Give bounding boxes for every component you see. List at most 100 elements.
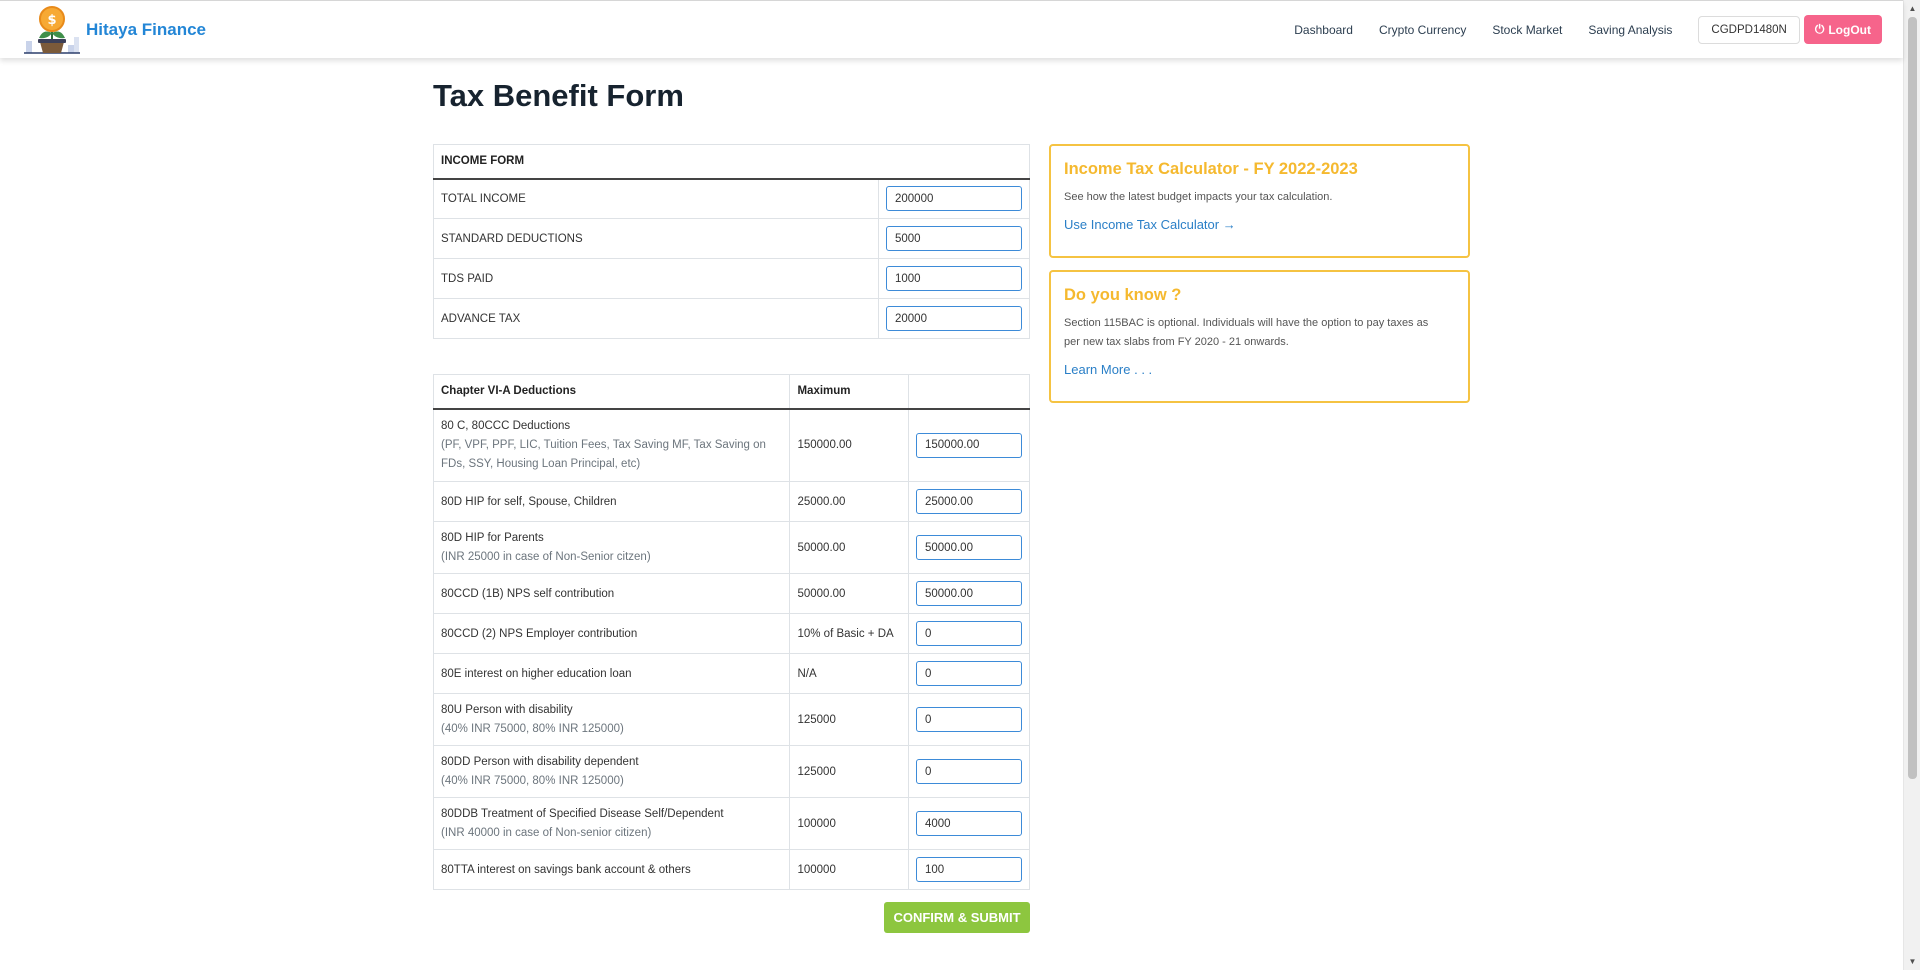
confirm-submit-button[interactable]: CONFIRM & SUBMIT (884, 902, 1030, 933)
scroll-down-icon[interactable]: ▼ (1904, 953, 1920, 970)
table-row: 80CCD (2) NPS Employer contribution 10% … (432, 613, 1030, 654)
user-id-badge[interactable]: CGDPD1480N (1698, 15, 1800, 44)
nav-links: Dashboard Crypto Currency Stock Market S… (1268, 1, 1903, 58)
page-scrollbar[interactable]: ▲ ▼ (1903, 0, 1920, 970)
brand[interactable]: $ Hitaya Finance (24, 5, 206, 55)
deduction-cell: 80 C, 80CCC Deductions (PF, VPF, PPF, LI… (432, 408, 791, 482)
table-row: ADVANCE TAX (433, 298, 1030, 339)
scrollbar-thumb[interactable] (1908, 17, 1917, 779)
standard-deductions-input[interactable] (886, 226, 1022, 251)
brand-name: Hitaya Finance (86, 19, 206, 39)
card-text: See how the latest budget impacts your t… (1064, 191, 1333, 203)
table-row: 80D HIP for Parents (INR 25000 in case o… (432, 521, 1030, 574)
deduction-80d-parents-input[interactable] (916, 535, 1022, 560)
deduction-cell: 80U Person with disability (40% INR 7500… (432, 693, 791, 746)
deduction-80dd-input[interactable] (916, 759, 1022, 784)
arrow-right-icon: → (1222, 217, 1236, 232)
income-label: TDS PAID (433, 258, 879, 299)
logout-label: LogOut (1828, 22, 1871, 37)
nav-link-saving-analysis[interactable]: Saving Analysis (1588, 23, 1672, 37)
scroll-up-icon[interactable]: ▲ (1904, 0, 1920, 17)
deduction-80e-input[interactable] (916, 661, 1022, 686)
table-row: TDS PAID (433, 258, 1030, 299)
deduction-label: 80 C, 80CCC Deductions (441, 419, 571, 432)
deduction-note: (40% INR 75000, 80% INR 125000) (441, 722, 624, 735)
table-row: 80E interest on higher education loan N/… (432, 653, 1030, 694)
deduction-label: 80DD Person with disability dependent (441, 755, 639, 768)
power-icon: ⏻ (1814, 22, 1825, 36)
advance-tax-input[interactable] (886, 306, 1022, 331)
nav-link-dashboard[interactable]: Dashboard (1294, 23, 1353, 37)
income-form-header: INCOME FORM (433, 144, 1030, 180)
deduction-80ccd1b-input[interactable] (916, 581, 1022, 606)
deduction-label: 80D HIP for self, Spouse, Children (432, 481, 791, 522)
table-row: TOTAL INCOME (433, 178, 1030, 219)
deduction-note: (40% INR 75000, 80% INR 125000) (441, 774, 624, 787)
deduction-label: 80TTA interest on savings bank account &… (432, 849, 791, 890)
maximum-header: Maximum (789, 374, 909, 410)
card-title: Do you know ? (1064, 286, 1182, 304)
table-row: 80DD Person with disability dependent (4… (432, 745, 1030, 798)
table-row: STANDARD DEDUCTIONS (433, 218, 1030, 259)
page-title: Tax Benefit Form (433, 78, 684, 113)
card-text-line: per new tax slabs from FY 2020 - 21 onwa… (1064, 336, 1289, 348)
deduction-80tta-input[interactable] (916, 857, 1022, 882)
deduction-max: 100000 (789, 797, 909, 850)
deduction-note: (INR 25000 in case of Non-Senior citzen) (441, 550, 651, 563)
deduction-max: 50000.00 (789, 521, 909, 574)
deduction-80u-input[interactable] (916, 707, 1022, 732)
table-row: 80DDB Treatment of Specified Disease Sel… (432, 797, 1030, 850)
card-text-line: Section 115BAC is optional. Individuals … (1064, 317, 1429, 329)
deductions-header: Chapter VI-A Deductions (432, 374, 791, 410)
deduction-max: 125000 (789, 693, 909, 746)
deduction-max: 150000.00 (789, 408, 909, 482)
deduction-max: 125000 (789, 745, 909, 798)
value-header (908, 374, 1030, 410)
deduction-note: (PF, VPF, PPF, LIC, Tuition Fees, Tax Sa… (441, 438, 766, 451)
deduction-cell: 80DDB Treatment of Specified Disease Sel… (432, 797, 791, 850)
deduction-max: 10% of Basic + DA (789, 613, 909, 654)
income-label: STANDARD DEDUCTIONS (433, 218, 879, 259)
total-income-input[interactable] (886, 186, 1022, 212)
deductions-table: Chapter VI-A Deductions Maximum 80 C, 80… (432, 374, 1030, 890)
deduction-80d-self-input[interactable] (916, 489, 1022, 514)
nav-link-stock-market[interactable]: Stock Market (1492, 23, 1562, 37)
income-label: TOTAL INCOME (433, 178, 879, 219)
deduction-80c-input[interactable] (916, 432, 1022, 458)
deductions-header-row: Chapter VI-A Deductions Maximum (432, 374, 1030, 410)
card-text: Section 115BAC is optional. Individuals … (1064, 314, 1455, 352)
income-label: ADVANCE TAX (433, 298, 879, 339)
table-row: 80TTA interest on savings bank account &… (432, 849, 1030, 890)
card-link-label: Use Income Tax Calculator (1064, 217, 1220, 232)
deduction-cell: 80D HIP for Parents (INR 25000 in case o… (432, 521, 791, 574)
svg-text:$: $ (47, 13, 56, 28)
nav-link-crypto-currency[interactable]: Crypto Currency (1379, 23, 1466, 37)
card-title: Income Tax Calculator - FY 2022-2023 (1064, 160, 1358, 178)
deduction-max: 25000.00 (789, 481, 909, 522)
deduction-label: 80E interest on higher education loan (432, 653, 791, 694)
learn-more-link[interactable]: Learn More . . . (1064, 362, 1152, 377)
deduction-max: 100000 (789, 849, 909, 890)
deduction-max: N/A (789, 653, 909, 694)
income-tax-calculator-card: Income Tax Calculator - FY 2022-2023 See… (1049, 144, 1470, 258)
do-you-know-card: Do you know ? Section 115BAC is optional… (1049, 270, 1470, 403)
deduction-note: FDs, SSY, Housing Loan Principal, etc) (441, 457, 641, 470)
brand-logo-icon: $ (24, 5, 80, 55)
table-row: 80U Person with disability (40% INR 7500… (432, 693, 1030, 746)
deduction-max: 50000.00 (789, 573, 909, 614)
table-row: 80CCD (1B) NPS self contribution 50000.0… (432, 573, 1030, 614)
table-row: 80D HIP for self, Spouse, Children 25000… (432, 481, 1030, 522)
deduction-note: (INR 40000 in case of Non-senior citizen… (441, 826, 652, 839)
deduction-80ccd2-input[interactable] (916, 621, 1022, 646)
logout-button[interactable]: ⏻ LogOut (1803, 15, 1882, 44)
deduction-80ddb-input[interactable] (916, 811, 1022, 836)
use-income-tax-calculator-link[interactable]: Use Income Tax Calculator → (1064, 217, 1236, 232)
deduction-label: 80CCD (1B) NPS self contribution (432, 573, 791, 614)
income-header-row: INCOME FORM (433, 144, 1030, 180)
top-navbar: $ Hitaya Finance Dashboard Crypto Curren… (0, 0, 1903, 58)
income-form-table: INCOME FORM TOTAL INCOME STANDARD DEDUCT… (433, 144, 1030, 339)
tds-paid-input[interactable] (886, 266, 1022, 291)
deduction-label: 80CCD (2) NPS Employer contribution (432, 613, 791, 654)
deduction-label: 80D HIP for Parents (441, 531, 544, 544)
table-row: 80 C, 80CCC Deductions (PF, VPF, PPF, LI… (432, 408, 1030, 482)
